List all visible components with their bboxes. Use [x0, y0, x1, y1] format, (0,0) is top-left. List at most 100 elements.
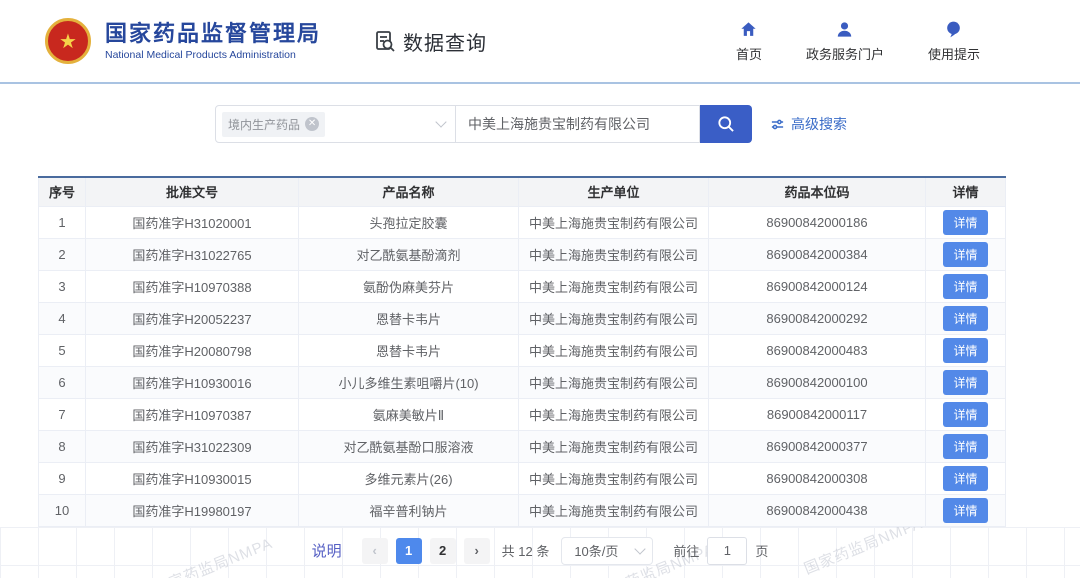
category-tag-label: 境内生产药品	[228, 116, 300, 133]
nav-item-services-portal[interactable]: 政务服务门户	[806, 20, 884, 63]
page-size-value: 10条/页	[574, 541, 618, 560]
app-title-block: 数据查询	[373, 27, 487, 56]
nav-label: 使用提示	[928, 44, 980, 63]
table-cell: 86900842000308	[709, 462, 926, 494]
detail-button[interactable]: 详情	[943, 370, 987, 395]
note-link[interactable]: 说明	[312, 540, 342, 561]
table-row: 2国药准字H31022765对乙酰氨基酚滴剂中美上海施贵宝制药有限公司86900…	[39, 238, 1006, 270]
page-size-select[interactable]: 10条/页	[561, 537, 653, 565]
table-cell: 中美上海施贵宝制药有限公司	[519, 398, 709, 430]
header-nav: 首页 政务服务门户 使用提示	[736, 20, 980, 63]
tag-close-icon[interactable]: ✕	[305, 117, 319, 131]
table-cell: 10	[39, 494, 86, 526]
table-cell: 恩替卡韦片	[299, 334, 519, 366]
table-cell: 国药准字H20080798	[86, 334, 299, 366]
table-cell: 86900842000483	[709, 334, 926, 366]
page-button-2[interactable]: 2	[430, 538, 456, 564]
table-cell-detail: 详情	[926, 334, 1006, 366]
table-cell: 7	[39, 398, 86, 430]
col-header-approval-no: 批准文号	[86, 177, 299, 206]
category-select[interactable]: 境内生产药品 ✕	[215, 105, 456, 143]
hint-bubble-icon	[944, 20, 963, 39]
table-cell: 国药准字H10930015	[86, 462, 299, 494]
detail-button[interactable]: 详情	[943, 274, 987, 299]
category-tag: 境内生产药品 ✕	[222, 112, 325, 137]
detail-button[interactable]: 详情	[943, 402, 987, 427]
table-cell-detail: 详情	[926, 462, 1006, 494]
table-cell-detail: 详情	[926, 366, 1006, 398]
detail-button[interactable]: 详情	[943, 434, 987, 459]
search-button[interactable]	[700, 105, 752, 143]
table-cell: 多维元素片(26)	[299, 462, 519, 494]
table-cell: 8	[39, 430, 86, 462]
col-header-manufacturer: 生产单位	[519, 177, 709, 206]
page: ★ 国家药品监督管理局 National Medical Products Ad…	[0, 0, 1080, 578]
chevron-down-icon	[635, 543, 646, 554]
nav-label: 首页	[736, 44, 762, 63]
table-cell: 国药准字H31022309	[86, 430, 299, 462]
table-cell: 3	[39, 270, 86, 302]
table-cell: 国药准字H31022765	[86, 238, 299, 270]
table-cell: 国药准字H10930016	[86, 366, 299, 398]
footer: 国家药监局NMPA 国家药监局NMPA 国家药监局NMPA 说明 ‹ 12 › …	[0, 527, 1080, 578]
goto-label: 前往	[673, 541, 699, 560]
filter-sliders-icon	[770, 117, 785, 132]
table-cell: 对乙酰氨基酚口服溶液	[299, 430, 519, 462]
table-cell: 中美上海施贵宝制药有限公司	[519, 494, 709, 526]
nav-item-usage-tips[interactable]: 使用提示	[928, 20, 980, 63]
detail-button[interactable]: 详情	[943, 242, 987, 267]
table-cell: 5	[39, 334, 86, 366]
table-cell: 86900842000100	[709, 366, 926, 398]
table-row: 8国药准字H31022309对乙酰氨基酚口服溶液中美上海施贵宝制药有限公司869…	[39, 430, 1006, 462]
table-cell: 国药准字H10970388	[86, 270, 299, 302]
table-cell: 86900842000186	[709, 206, 926, 238]
table-cell: 国药准字H20052237	[86, 302, 299, 334]
home-icon	[739, 20, 758, 39]
advanced-search-link[interactable]: 高级搜索	[770, 114, 847, 134]
detail-button[interactable]: 详情	[943, 498, 987, 523]
page-button-1[interactable]: 1	[396, 538, 422, 564]
table-cell: 1	[39, 206, 86, 238]
goto-page-input[interactable]	[707, 537, 747, 565]
pager-pages: 12	[392, 538, 460, 564]
detail-button[interactable]: 详情	[943, 210, 987, 235]
table-cell-detail: 详情	[926, 238, 1006, 270]
goto-suffix: 页	[755, 541, 768, 560]
table-row: 7国药准字H10970387氨麻美敏片Ⅱ中美上海施贵宝制药有限公司8690084…	[39, 398, 1006, 430]
table-cell: 中美上海施贵宝制药有限公司	[519, 430, 709, 462]
detail-button[interactable]: 详情	[943, 306, 987, 331]
table-cell: 福辛普利钠片	[299, 494, 519, 526]
site-title-block: 国家药品监督管理局 National Medical Products Admi…	[105, 21, 321, 61]
next-page-button[interactable]: ›	[464, 538, 490, 564]
prev-page-button[interactable]: ‹	[362, 538, 388, 564]
table-body: 1国药准字H31020001头孢拉定胶囊中美上海施贵宝制药有限公司8690084…	[39, 206, 1006, 526]
table-row: 10国药准字H19980197福辛普利钠片中美上海施贵宝制药有限公司869008…	[39, 494, 1006, 526]
table-cell-detail: 详情	[926, 270, 1006, 302]
table-cell: 中美上海施贵宝制药有限公司	[519, 366, 709, 398]
table-cell: 中美上海施贵宝制药有限公司	[519, 334, 709, 366]
table-cell-detail: 详情	[926, 430, 1006, 462]
detail-button[interactable]: 详情	[943, 466, 987, 491]
col-header-drug-code: 药品本位码	[709, 177, 926, 206]
nav-item-home[interactable]: 首页	[736, 20, 762, 63]
document-search-icon	[373, 29, 397, 53]
keyword-input[interactable]	[456, 105, 700, 143]
table-row: 5国药准字H20080798恩替卡韦片中美上海施贵宝制药有限公司86900842…	[39, 334, 1006, 366]
table-cell: 中美上海施贵宝制药有限公司	[519, 462, 709, 494]
table-cell-detail: 详情	[926, 494, 1006, 526]
table-cell: 国药准字H10970387	[86, 398, 299, 430]
table-cell: 国药准字H19980197	[86, 494, 299, 526]
col-header-product-name: 产品名称	[299, 177, 519, 206]
detail-button[interactable]: 详情	[943, 338, 987, 363]
table-cell: 氨麻美敏片Ⅱ	[299, 398, 519, 430]
app-title: 数据查询	[403, 27, 487, 56]
nav-label: 政务服务门户	[806, 44, 884, 63]
table-cell: 中美上海施贵宝制药有限公司	[519, 238, 709, 270]
national-emblem-logo: ★	[45, 18, 91, 64]
table-cell: 6	[39, 366, 86, 398]
col-header-detail: 详情	[926, 177, 1006, 206]
table-cell-detail: 详情	[926, 398, 1006, 430]
table-cell: 86900842000117	[709, 398, 926, 430]
table-cell: 86900842000377	[709, 430, 926, 462]
table-cell: 小儿多维生素咀嚼片(10)	[299, 366, 519, 398]
